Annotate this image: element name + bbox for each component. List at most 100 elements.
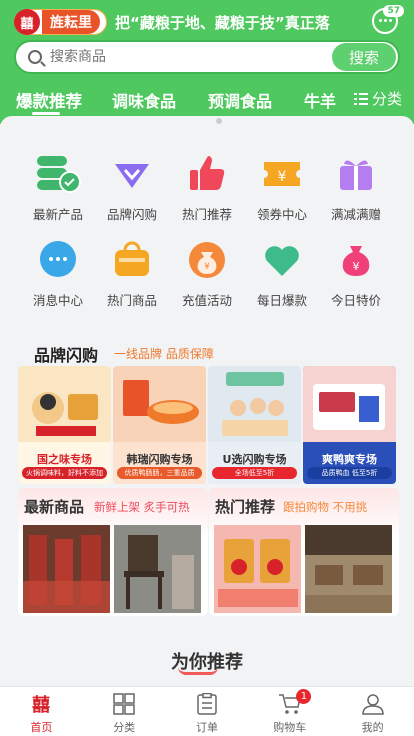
bottom-tab-bar: 囍 首页 分类 订单 1 购物车 我的 <box>0 686 414 736</box>
tab-label: 我的 <box>361 721 384 734</box>
brand-image <box>113 366 206 442</box>
promo-latest-products[interactable]: 最新商品 新鲜上架 炙手可热 <box>18 488 208 616</box>
tab-label: 购物车 <box>273 721 307 734</box>
brand-image <box>208 366 301 442</box>
quick-link-brand-flash[interactable]: 品牌闪购 <box>92 152 172 223</box>
quick-link-label: 热门商品 <box>106 293 157 308</box>
brand-card-name: 国之味专场 <box>37 453 92 466</box>
product-image <box>305 525 392 613</box>
tab-prepared-food[interactable]: 预调食品 <box>208 88 272 112</box>
brand-card-guozhiwei[interactable]: 国之味专场 火锅调味料，好料不添加 <box>18 366 111 484</box>
quick-link-label: 最新产品 <box>32 207 83 222</box>
money-bag-icon: ¥ <box>184 238 230 282</box>
gift-box-icon <box>333 152 379 196</box>
brand-card-name: 爽鸭爽专场 <box>322 453 377 466</box>
tab-label: 分类 <box>113 721 136 734</box>
thumbs-up-icon <box>184 152 230 196</box>
svg-text:¥: ¥ <box>278 169 287 185</box>
tab-profile[interactable]: 我的 <box>331 687 414 736</box>
brand-card-subtitle: 品质鸭血 低至5折 <box>307 467 392 479</box>
brand-card-shuangyashuang[interactable]: 爽鸭爽专场 品质鸭血 低至5折 <box>303 366 396 484</box>
tab-home[interactable]: 囍 首页 <box>0 687 83 736</box>
announcement-marquee[interactable]: 把“藏粮于地、藏粮于技”真正落 <box>115 12 353 33</box>
cart-badge: 1 <box>296 689 312 704</box>
product-image <box>214 525 301 613</box>
brand-card-name: U选闪购专场 <box>222 453 287 466</box>
moneybag-pink-icon: ¥ <box>333 238 379 282</box>
banner-indicator <box>216 118 222 124</box>
quick-link-messages[interactable]: 消息中心 <box>18 238 98 309</box>
brand-logo[interactable]: 囍 旌耘里 <box>14 9 107 35</box>
quick-link-latest[interactable]: 最新产品 <box>18 152 98 223</box>
top-bar: 囍 旌耘里 把“藏粮于地、藏粮于技”真正落 57 <box>14 5 404 36</box>
brand-image <box>18 366 111 442</box>
diamond-icon <box>109 152 155 196</box>
user-icon <box>361 693 385 715</box>
active-tab-indicator <box>32 112 60 115</box>
brand-image <box>303 366 396 442</box>
cash-stack-icon <box>35 152 81 196</box>
clipboard-icon <box>195 692 219 715</box>
search-icon <box>28 50 42 64</box>
chat-bubble-icon <box>35 238 81 282</box>
quick-link-label: 今日特价 <box>330 293 381 308</box>
tab-hot-picks[interactable]: 爆款推荐 <box>16 88 82 112</box>
quick-link-label: 品牌闪购 <box>106 207 157 222</box>
message-icon[interactable]: 57 <box>372 5 404 34</box>
logo-text: 旌耘里 <box>42 10 100 34</box>
product-image <box>23 525 110 613</box>
tab-seasoning[interactable]: 调味食品 <box>112 88 176 112</box>
tab-label: 订单 <box>195 721 218 734</box>
brand-card-name: 韩瑞闪购专场 <box>126 453 193 466</box>
quick-link-recharge[interactable]: ¥ 充值活动 <box>167 238 247 309</box>
quick-link-label: 领券中心 <box>256 207 307 222</box>
svg-text:囍: 囍 <box>32 695 50 715</box>
quick-link-coupon[interactable]: ¥ 领券中心 <box>242 152 322 223</box>
quick-link-daily-hot[interactable]: 每日爆款 <box>242 238 322 309</box>
tab-category[interactable]: 分类 <box>83 687 166 736</box>
quick-link-today-deals[interactable]: ¥ 今日特价 <box>316 238 396 309</box>
brand-flash-title: 品牌闪购 <box>34 346 99 365</box>
category-tabs: 爆款推荐 调味食品 预调食品 牛羊 分类 <box>0 82 414 115</box>
home-logo-icon: 囍 <box>29 693 53 716</box>
quick-link-label: 每日爆款 <box>256 293 307 308</box>
tab-orders[interactable]: 订单 <box>166 687 249 736</box>
product-image <box>114 525 201 613</box>
tab-beef-mutton[interactable]: 牛羊 <box>304 88 336 112</box>
promo-subtitle: 新鲜上架 炙手可热 <box>94 500 190 514</box>
quick-link-discount-gift[interactable]: 满减满赠 <box>316 152 396 223</box>
brand-card-uxuan[interactable]: U选闪购专场 全场低至5折 <box>208 366 301 484</box>
list-icon <box>353 92 368 105</box>
promo-hot-recommend[interactable]: 热门推荐 跟拍购物 不用挑 <box>209 488 399 616</box>
quick-link-hot-picks[interactable]: 热门推荐 <box>167 152 247 223</box>
shopping-bag-icon <box>109 238 155 282</box>
quick-link-label: 充值活动 <box>181 293 232 308</box>
category-button[interactable]: 分类 <box>345 88 402 109</box>
promo-title: 最新商品 <box>24 498 85 516</box>
message-badge: 57 <box>383 5 404 17</box>
promo-title: 热门推荐 <box>215 498 276 516</box>
category-button-label: 分类 <box>371 90 402 108</box>
promo-subtitle: 跟拍购物 不用挑 <box>283 500 368 514</box>
coupon-icon: ¥ <box>259 152 305 196</box>
quick-link-label: 满减满赠 <box>330 207 381 222</box>
quick-link-label: 消息中心 <box>32 293 83 308</box>
tab-label: 首页 <box>30 721 53 734</box>
quick-link-hot-products[interactable]: 热门商品 <box>92 238 172 309</box>
search-button[interactable]: 搜索 <box>332 43 396 71</box>
logo-icon: 囍 <box>14 9 40 35</box>
quick-link-label: 热门推荐 <box>181 207 232 222</box>
grid-icon <box>112 693 136 715</box>
brand-card-subtitle: 优质鸭肠肠，三重品质 <box>117 467 202 479</box>
brand-flash-subtitle: 一线品牌 品质保障 <box>114 347 214 361</box>
brand-card-subtitle: 火锅调味料，好料不添加 <box>22 467 107 479</box>
heart-icon <box>259 238 305 282</box>
svg-text:¥: ¥ <box>204 262 210 272</box>
brand-card-subtitle: 全场低至5折 <box>212 467 297 479</box>
search-input[interactable] <box>50 49 332 65</box>
tab-cart[interactable]: 1 购物车 <box>248 687 331 736</box>
svg-text:¥: ¥ <box>353 260 360 273</box>
recommend-title-decoration <box>178 667 218 675</box>
search-bar: 搜索 <box>14 40 400 74</box>
brand-card-hanrui[interactable]: 韩瑞闪购专场 优质鸭肠肠，三重品质 <box>113 366 206 484</box>
